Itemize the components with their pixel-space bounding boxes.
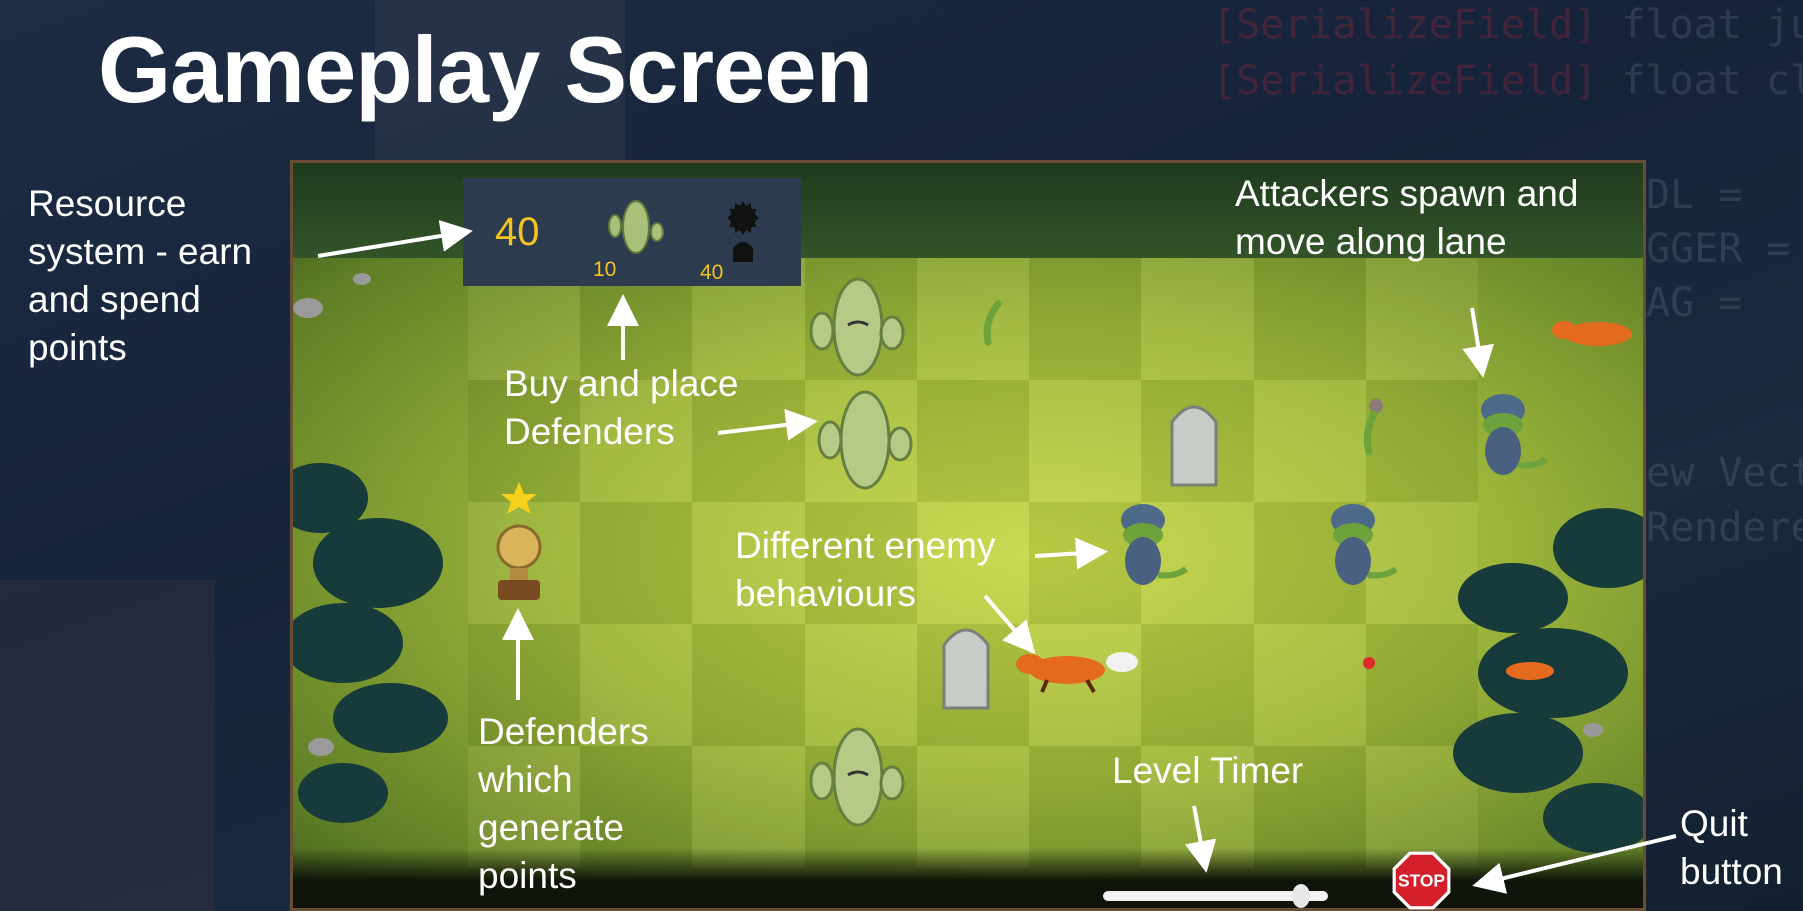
lizard-attacker-3 <box>1331 504 1398 585</box>
gravestone-1 <box>1170 405 1218 487</box>
annotation-level-timer: Level Timer <box>1112 750 1304 791</box>
background-code-frag-5: Renderer <box>1646 505 1803 551</box>
fox-attacker-3 <box>1506 662 1554 680</box>
slide-title: Gameplay Screen <box>98 17 873 122</box>
tree-left-2 <box>313 518 443 608</box>
rock-2 <box>353 273 371 285</box>
tree-left-4 <box>333 683 448 753</box>
lizard-attacker-1 <box>1481 394 1548 475</box>
lizard-attacker-2 <box>1121 504 1188 585</box>
background-building <box>0 580 215 911</box>
tree-right-4 <box>1453 713 1583 793</box>
annotation-buy-place: Buy and place Defenders <box>504 363 739 452</box>
cactus-defender-3 <box>809 727 905 827</box>
background-code-frag-1: DL = <box>1646 172 1743 218</box>
cactus-cost: 10 <box>593 258 617 281</box>
level-timer-knob <box>1292 884 1310 908</box>
gravestone-2 <box>942 628 990 710</box>
tree-right-5 <box>1543 783 1643 853</box>
tree-right-2 <box>1458 563 1568 633</box>
fox-attacker-2 <box>1552 321 1632 346</box>
rock-4 <box>1583 723 1603 737</box>
cactus-defender-button[interactable] <box>600 196 672 258</box>
star-trophy-generator <box>496 482 542 600</box>
rock-1 <box>293 298 323 318</box>
cactus-defender-2 <box>817 390 913 490</box>
background-code-frag-4: ew Vecto <box>1646 450 1803 496</box>
fox-attacker-1 <box>1016 652 1138 694</box>
background-code-frag-3: AG = <box>1646 280 1743 326</box>
annotation-attackers: Attackers spawn and move along lane <box>1235 173 1579 262</box>
rock-3 <box>308 738 334 756</box>
tree-left-5 <box>298 763 388 823</box>
background-code-frag-2: GGER = <box>1646 226 1791 272</box>
cactus-projectile-2 <box>1363 399 1383 456</box>
gravestone-defender-button[interactable] <box>720 198 766 262</box>
background-code-line-2: [SerializeField] float climbS <box>1212 58 1803 104</box>
annotation-quit: Quit button <box>1680 803 1783 892</box>
resource-counter: 40 <box>495 210 540 254</box>
stop-button[interactable]: STOP <box>1383 850 1460 911</box>
red-marker <box>1363 657 1375 669</box>
cactus-defender-1 <box>809 277 905 377</box>
annotation-enemy-behaviours: Different enemy behaviours <box>735 525 996 614</box>
cactus-projectile-1 <box>983 300 1002 346</box>
gravestone-cost: 40 <box>700 261 724 284</box>
annotation-generators: Defenders which generate points <box>478 711 649 896</box>
background-code-line-1: [SerializeField] float jumpSp <box>1212 2 1803 48</box>
stop-button-label: STOP <box>1398 870 1445 890</box>
annotation-resource-system: Resource system - earn and spend points <box>28 183 253 368</box>
